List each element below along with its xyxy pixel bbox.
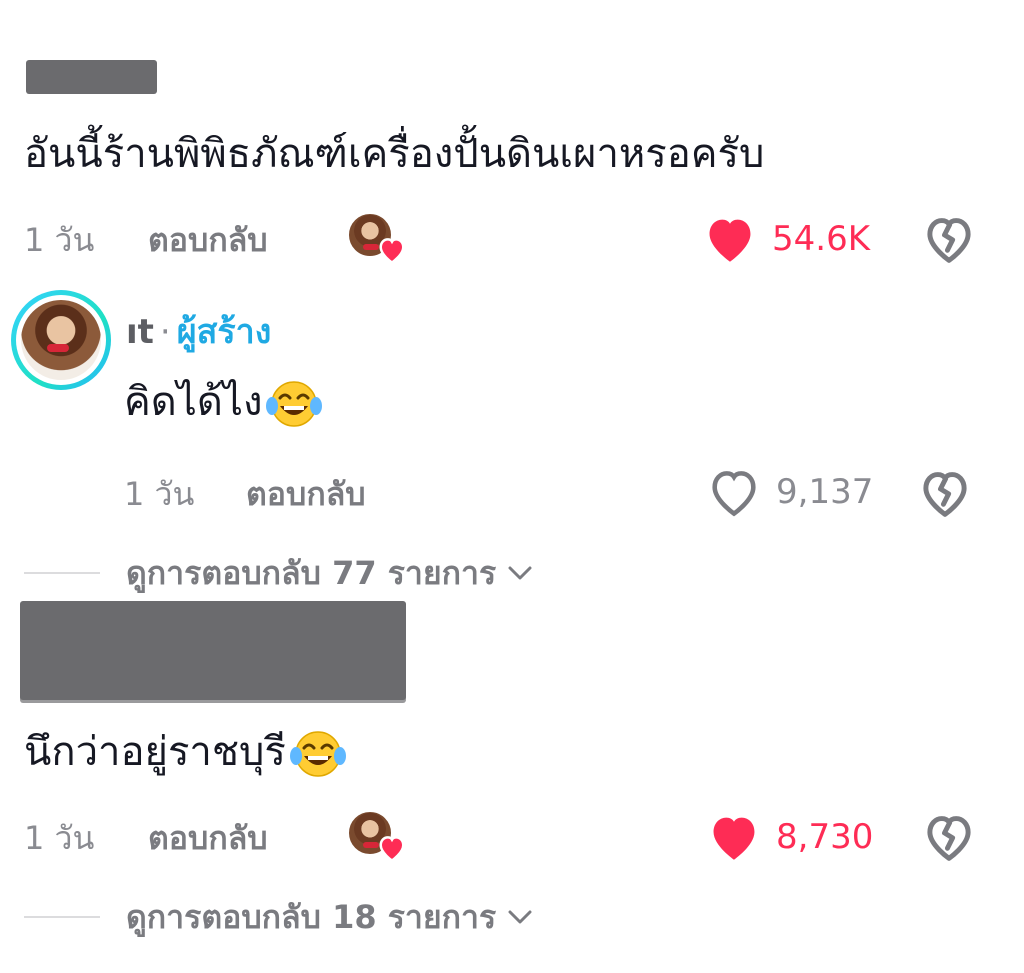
view-replies-label: ดูการตอบกลับ 77 รายการ	[126, 554, 497, 592]
broken-heart-icon[interactable]	[922, 812, 976, 862]
laughing-tears-emoji	[289, 731, 346, 777]
creator-label: ผู้สร้าง	[176, 312, 272, 352]
comment-text: นึกว่าอยู่ราชบุรี	[24, 729, 286, 775]
like-button[interactable]: 54.6K	[702, 214, 870, 264]
view-replies-button[interactable]: ดูการตอบกลับ 77 รายการ	[24, 553, 534, 593]
reply-time: 1 วัน	[124, 475, 195, 513]
redacted-username	[20, 601, 406, 700]
liked-by-creator-badge	[347, 810, 407, 866]
reply-button[interactable]: ตอบกลับ	[148, 220, 268, 260]
heart-icon	[379, 836, 405, 862]
reply-author: ıt · ผู้สร้าง	[126, 310, 271, 354]
like-button[interactable]: 9,137	[706, 467, 873, 517]
divider	[24, 916, 100, 918]
heart-icon	[709, 219, 751, 262]
chevron-down-icon	[508, 566, 532, 580]
broken-heart-icon[interactable]	[922, 214, 976, 264]
comment-text-row: นึกว่าอยู่ราชบุรี	[24, 728, 346, 780]
liked-by-creator-badge	[347, 212, 407, 268]
view-replies-label: ดูการตอบกลับ 18 รายการ	[126, 898, 497, 936]
divider	[24, 572, 100, 574]
reply-text: คิดได้ไง	[124, 379, 263, 425]
comment-time: 1 วัน	[24, 221, 95, 259]
heart-icon	[713, 817, 755, 860]
reply-button[interactable]: ตอบกลับ	[148, 818, 268, 858]
like-count: 9,137	[776, 472, 874, 512]
creator-avatar[interactable]	[11, 290, 111, 390]
heart-icon	[379, 238, 405, 264]
comment-text: อันนี้ร้านพิพิธภัณฑ์เครื่องปั้นดินเผาหรอ…	[24, 131, 765, 177]
author-separator: ·	[159, 312, 171, 352]
heart-icon	[712, 471, 756, 517]
author-name[interactable]: ıt	[126, 312, 154, 352]
like-button[interactable]: 8,730	[706, 812, 873, 862]
like-count: 8,730	[776, 817, 874, 857]
like-count: 54.6K	[772, 219, 870, 259]
chevron-down-icon	[508, 910, 532, 924]
comment-time: 1 วัน	[24, 819, 95, 857]
broken-heart-icon[interactable]	[918, 468, 972, 518]
reply-text-row: คิดได้ไง	[124, 378, 323, 430]
redacted-username	[26, 60, 157, 94]
view-replies-button[interactable]: ดูการตอบกลับ 18 รายการ	[24, 897, 534, 937]
reply-button[interactable]: ตอบกลับ	[246, 474, 366, 514]
laughing-tears-emoji	[266, 381, 323, 427]
